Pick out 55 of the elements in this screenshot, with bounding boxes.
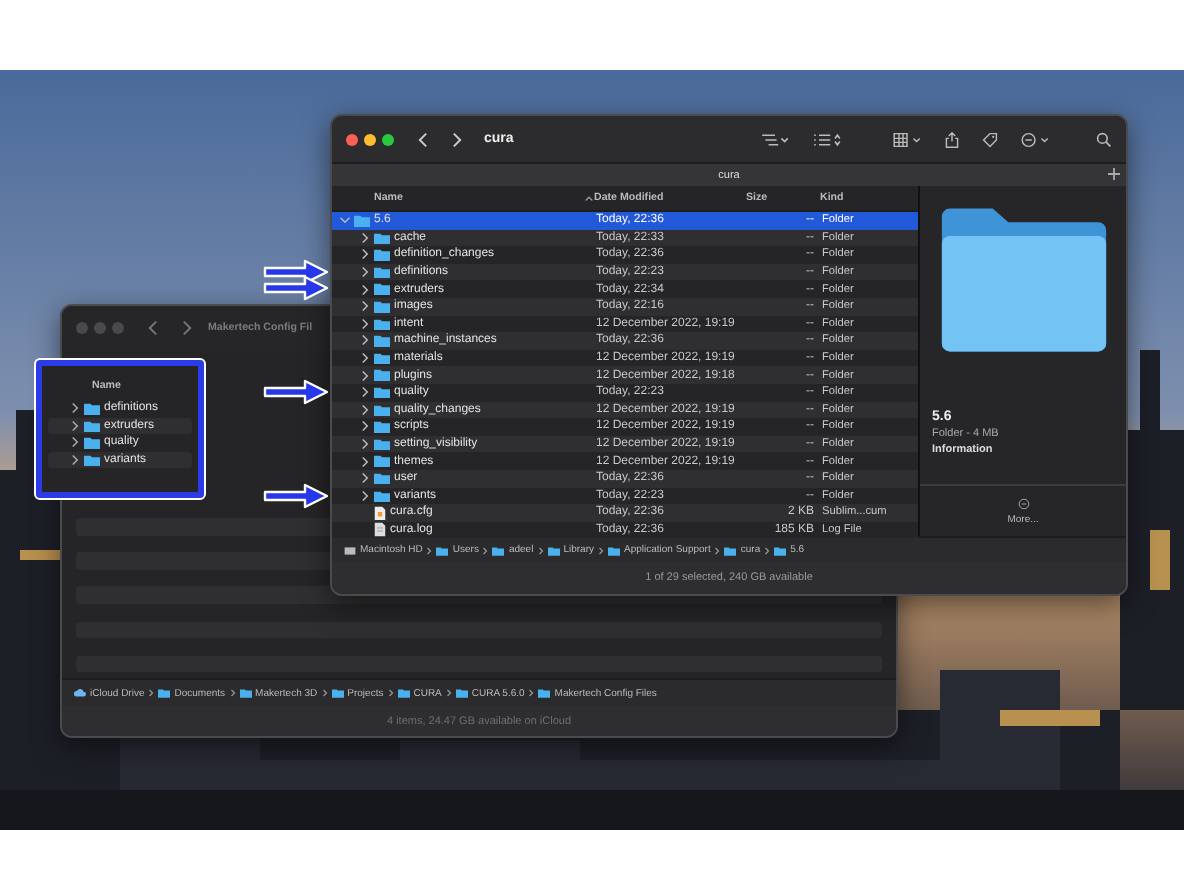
back-icon[interactable] [418,131,428,147]
chevron-icon [528,688,535,698]
chevron-icon[interactable] [360,420,370,433]
folder-icon [455,688,468,698]
sort-caret-icon[interactable] [584,194,594,202]
folder-icon [397,688,410,698]
chevron-icon[interactable] [70,402,80,415]
minimize-button[interactable] [364,133,376,145]
chevron-icon[interactable] [360,300,370,313]
folder-icon [331,688,344,698]
chevron-icon[interactable] [360,455,370,468]
chevron-icon[interactable] [360,248,370,261]
list-view-icon[interactable] [812,131,842,147]
add-tab-icon[interactable] [1106,166,1122,182]
more-icon[interactable] [1017,497,1029,509]
chevron-icon[interactable] [360,283,370,296]
group-icon[interactable] [760,131,790,147]
tag-icon[interactable] [982,131,998,147]
chevron-icon [714,545,721,555]
chevron-icon[interactable] [360,317,370,330]
chevron-icon[interactable] [360,369,370,382]
chevron-icon[interactable] [360,472,370,485]
chevron-icon[interactable] [360,438,370,451]
chevron-icon[interactable] [360,403,370,416]
close-button[interactable] [346,133,358,145]
chevron-icon [426,545,433,555]
chevron-icon[interactable] [360,231,370,244]
zoom-button[interactable] [382,133,394,145]
chevron-icon [598,545,604,555]
chevron-icon [229,688,236,698]
chevron-icon[interactable] [70,419,80,432]
chevron-icon[interactable] [360,489,370,502]
chevron-icon [764,545,771,555]
cloud-icon [74,688,86,698]
chevron-icon [321,688,328,698]
folder-icon [158,688,171,698]
chevron-icon[interactable] [360,266,370,279]
chevron-icon[interactable] [360,386,370,399]
chevron-icon[interactable] [70,454,80,467]
folder-icon [538,688,551,698]
more-icon[interactable] [1020,131,1050,147]
chevron-icon [482,545,489,555]
folder-icon [239,688,252,698]
forward-icon[interactable] [452,131,462,147]
share-icon[interactable] [944,131,960,147]
chevron-icon[interactable] [70,436,80,449]
chevron-icon[interactable] [360,352,370,365]
chevron-icon[interactable] [360,334,370,347]
grid-icon[interactable] [892,131,922,147]
chevron-icon [445,688,452,698]
folder-icon [936,206,1112,354]
chevron-icon [148,688,155,698]
chevron-icon [537,545,544,555]
chevron-icon [387,688,394,698]
search-icon[interactable] [1096,131,1112,147]
